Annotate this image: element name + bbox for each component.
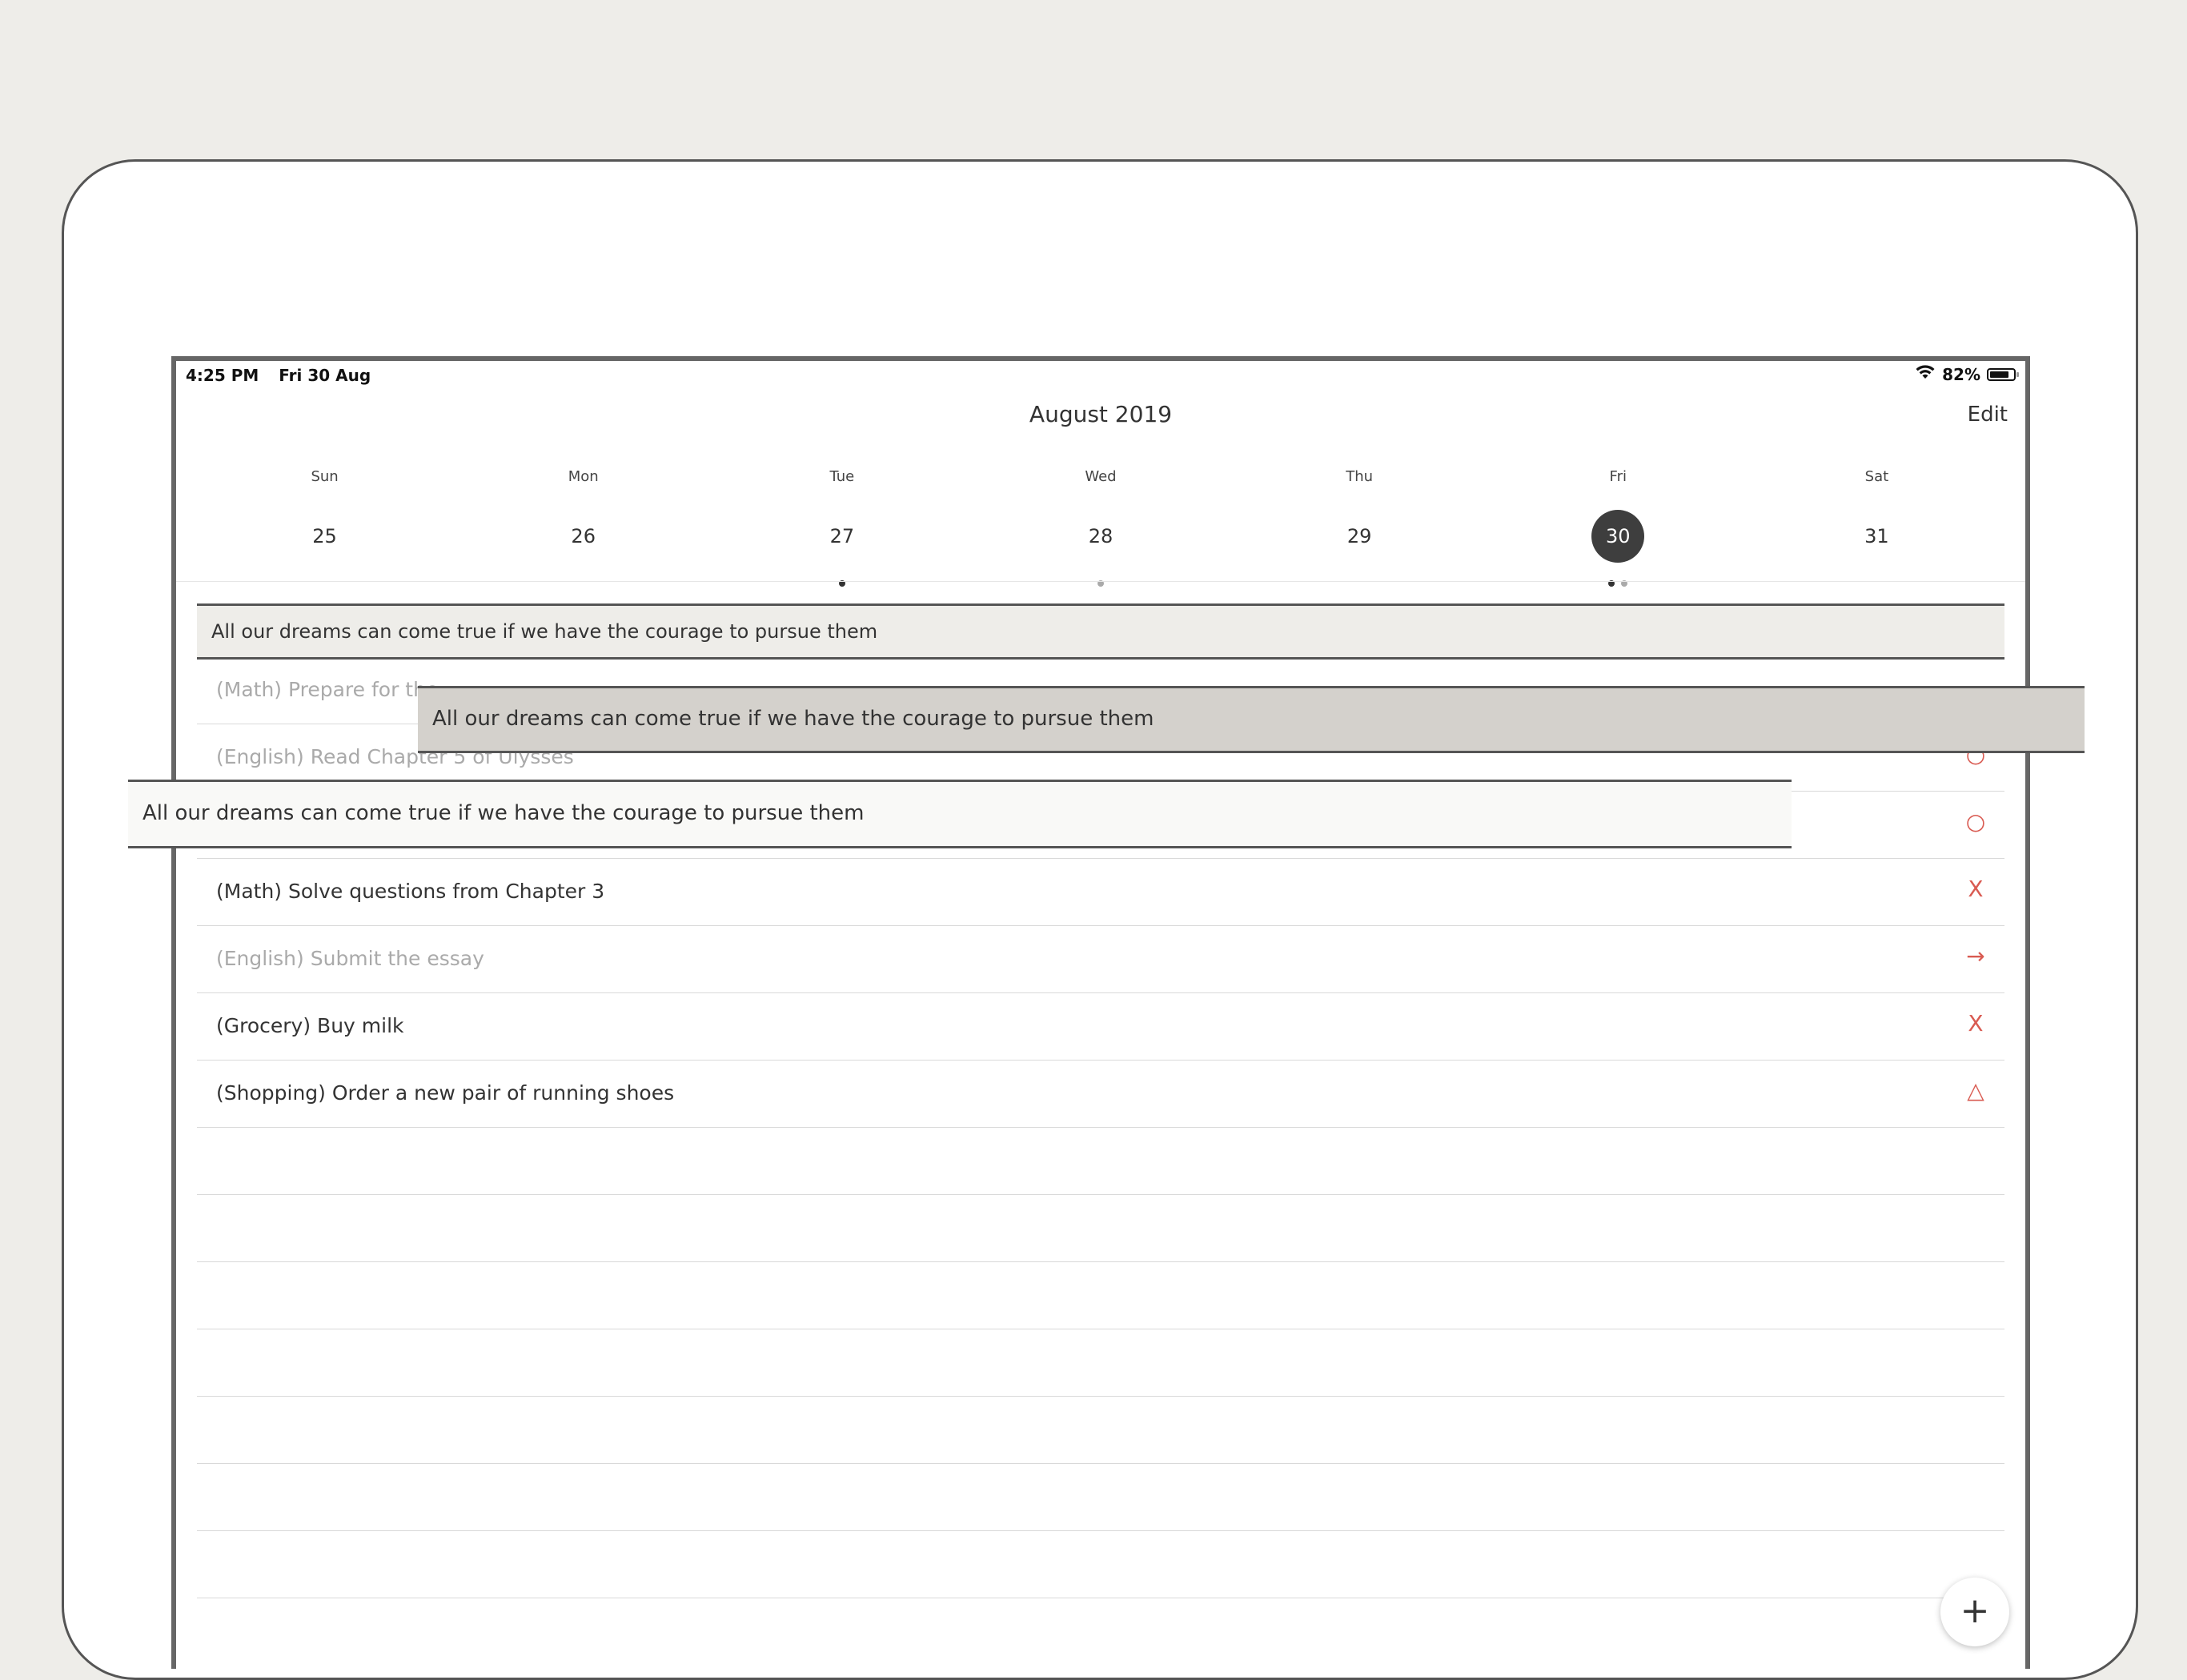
day-number[interactable]: 27 [816,510,869,563]
task-row[interactable] [197,1397,2004,1464]
day-of-week-label: Tue [829,468,855,485]
day-thu[interactable]: Thu 29 [1230,465,1489,569]
day-wed[interactable]: Wed 28 [971,465,1230,587]
day-of-week-label: Fri [1609,468,1627,485]
battery-fill [1990,371,2008,378]
x-status-icon[interactable]: X [1960,1008,1992,1040]
task-row[interactable] [197,1464,2004,1531]
day-of-week-label: Mon [568,468,599,485]
day-number[interactable]: 29 [1333,510,1386,563]
task-row[interactable]: (Math) Solve questions from Chapter 3 X [197,859,2004,926]
task-text: (English) Submit the essay [216,947,484,970]
task-row[interactable] [197,1128,2004,1195]
task-text: (Math) Prepare for the [216,678,439,701]
day-sat[interactable]: Sat 31 [1748,465,2006,569]
day-fri[interactable]: Fri 30 [1489,465,1748,587]
task-row[interactable] [197,1531,2004,1598]
battery-icon [1987,367,2019,381]
battery-percent: 82% [1942,364,1980,384]
day-sun[interactable]: Sun 25 [195,465,454,569]
circle-status-icon[interactable]: ○ [1960,806,1992,838]
day-of-week-label: Wed [1085,468,1117,485]
day-number[interactable]: 25 [299,510,351,563]
task-row[interactable] [197,1195,2004,1262]
floating-quote-banner-light[interactable]: All our dreams can come true if we have … [128,780,1792,848]
divider [176,581,2025,582]
day-mon[interactable]: Mon 26 [454,465,712,569]
add-task-button[interactable]: + [1940,1578,2009,1646]
selected-day-number[interactable]: 30 [1591,510,1645,563]
task-row[interactable]: (Grocery) Buy milk X [197,993,2004,1061]
x-status-icon[interactable]: X [1960,873,1992,905]
status-date: Fri 30 Aug [279,366,371,385]
task-row[interactable] [197,1329,2004,1397]
day-of-week-label: Thu [1346,468,1374,485]
arrow-status-icon[interactable]: → [1960,940,1992,972]
status-right: 82% [1915,364,2019,384]
quote-banner: All our dreams can come true if we have … [197,603,2004,660]
day-number[interactable]: 28 [1074,510,1127,563]
day-number[interactable]: 26 [557,510,610,563]
wifi-icon [1915,364,1936,384]
floating-quote-banner-dark[interactable]: All our dreams can come true if we have … [418,686,2085,753]
day-of-week-label: Sat [1864,468,1889,485]
triangle-status-icon[interactable]: △ [1960,1075,1992,1107]
day-of-week-label: Sun [311,468,339,485]
task-text: (Math) Solve questions from Chapter 3 [216,880,605,903]
day-number[interactable]: 31 [1850,510,1903,563]
month-title: August 2019 [1029,401,1173,427]
task-row[interactable]: (English) Submit the essay → [197,926,2004,993]
status-time: 4:25 PM [186,366,259,385]
status-left: 4:25 PM Fri 30 Aug [186,366,385,385]
app-screen: 4:25 PM Fri 30 Aug 82% August 2019 Edit … [171,356,2030,1669]
week-strip: Sun 25 Mon 26 Tue 27 Wed 28 Thu 29 Fri 30 Sat 31 [195,465,2006,587]
day-tue[interactable]: Tue 27 [712,465,971,587]
task-row[interactable] [197,1262,2004,1329]
task-text: (Shopping) Order a new pair of running s… [216,1081,675,1105]
task-row[interactable]: (Shopping) Order a new pair of running s… [197,1061,2004,1128]
task-text: (Grocery) Buy milk [216,1014,404,1037]
edit-button[interactable]: Edit [1968,403,2008,427]
status-bar: 4:25 PM Fri 30 Aug 82% [176,361,2025,387]
